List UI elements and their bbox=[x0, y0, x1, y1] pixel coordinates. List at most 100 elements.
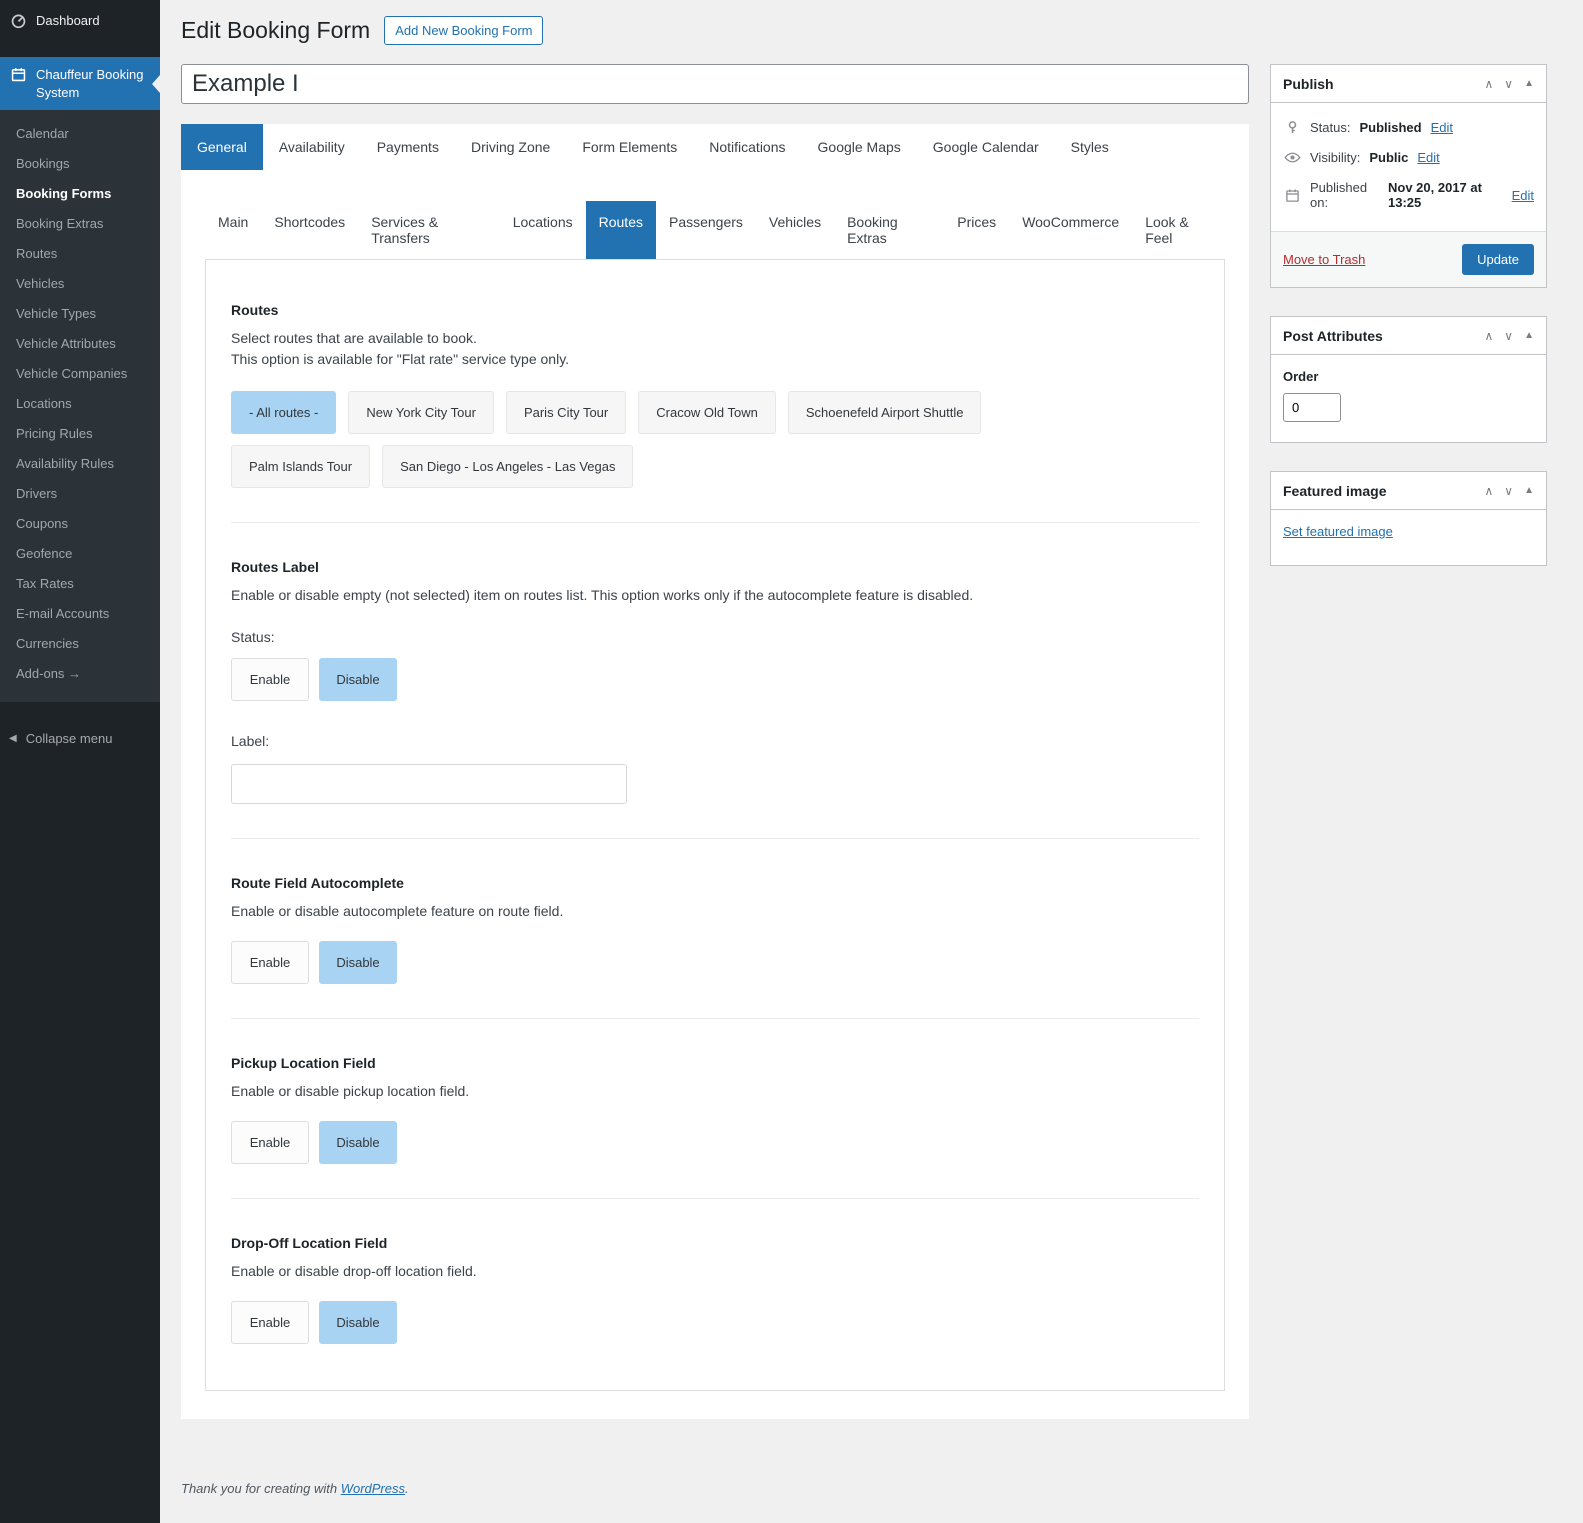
tab-form-elements[interactable]: Form Elements bbox=[566, 124, 693, 170]
subtab-look-feel[interactable]: Look & Feel bbox=[1132, 201, 1225, 259]
route-option-all-routes[interactable]: - All routes - bbox=[231, 391, 337, 434]
collapse-toggle-icon[interactable]: ▲ bbox=[1524, 78, 1534, 89]
primary-tab-bar: General Availability Payments Driving Zo… bbox=[181, 124, 1249, 170]
route-option-new-york-city-tour[interactable]: New York City Tour bbox=[348, 391, 494, 434]
sidebar-item-vehicle-companies[interactable]: Vehicle Companies bbox=[0, 358, 160, 388]
tab-notifications[interactable]: Notifications bbox=[693, 124, 801, 170]
sidebar-item-availability-rules[interactable]: Availability Rules bbox=[0, 448, 160, 478]
subtab-services-transfers[interactable]: Services & Transfers bbox=[358, 201, 500, 259]
sidebar-item-calendar[interactable]: Calendar bbox=[0, 118, 160, 148]
add-new-booking-form-button[interactable]: Add New Booking Form bbox=[384, 15, 544, 45]
tab-general[interactable]: General bbox=[181, 124, 263, 170]
autocomplete-disable-button[interactable]: Disable bbox=[319, 941, 397, 984]
edit-published-date-link[interactable]: Edit bbox=[1512, 188, 1534, 203]
status-row: Status: Published Edit bbox=[1283, 113, 1534, 142]
featured-image-metabox-header: Featured image ∧ ∨ ▲ bbox=[1271, 472, 1546, 510]
tab-driving-zone[interactable]: Driving Zone bbox=[455, 124, 566, 170]
section-description: Enable or disable drop-off location fiel… bbox=[231, 1263, 477, 1279]
routes-label-enable-button[interactable]: Enable bbox=[231, 658, 309, 701]
update-button[interactable]: Update bbox=[1462, 244, 1534, 275]
subtab-routes[interactable]: Routes bbox=[585, 201, 656, 259]
subtab-shortcodes[interactable]: Shortcodes bbox=[261, 201, 358, 259]
route-option-san-diego-los-angeles-las-vegas[interactable]: San Diego - Los Angeles - Las Vegas bbox=[382, 445, 634, 488]
metabox-title: Post Attributes bbox=[1283, 327, 1383, 344]
order-input[interactable] bbox=[1283, 393, 1341, 422]
publish-major-actions: Move to Trash Update bbox=[1271, 231, 1546, 287]
sidebar-item-booking-extras[interactable]: Booking Extras bbox=[0, 208, 160, 238]
move-up-icon[interactable]: ∧ bbox=[1485, 78, 1494, 90]
published-calendar-icon bbox=[1283, 188, 1301, 203]
pickup-disable-button[interactable]: Disable bbox=[319, 1121, 397, 1164]
booking-form-editor-card: General Availability Payments Driving Zo… bbox=[181, 124, 1249, 1419]
sidebar-item-locations[interactable]: Locations bbox=[0, 388, 160, 418]
subtab-prices[interactable]: Prices bbox=[944, 201, 1009, 259]
publish-metabox: Publish ∧ ∨ ▲ Status: Published Edit Vis… bbox=[1270, 64, 1547, 288]
featured-image-body: Set featured image bbox=[1271, 510, 1546, 565]
sidebar-item-dashboard[interactable]: Dashboard bbox=[0, 0, 160, 41]
active-menu-notch bbox=[152, 74, 160, 93]
route-option-cracow-old-town[interactable]: Cracow Old Town bbox=[638, 391, 776, 434]
section-description: Enable or disable empty (not selected) i… bbox=[231, 587, 974, 603]
sidebar-item-add-ons[interactable]: Add-ons → bbox=[0, 658, 160, 688]
sidebar-item-vehicle-types[interactable]: Vehicle Types bbox=[0, 298, 160, 328]
move-down-icon[interactable]: ∨ bbox=[1504, 485, 1513, 497]
dropoff-enable-button[interactable]: Enable bbox=[231, 1301, 309, 1344]
routes-label-status-toggle: Enable Disable bbox=[231, 658, 1199, 701]
subtab-locations[interactable]: Locations bbox=[500, 201, 586, 259]
set-featured-image-link[interactable]: Set featured image bbox=[1283, 524, 1393, 539]
move-down-icon[interactable]: ∨ bbox=[1504, 78, 1513, 90]
tab-payments[interactable]: Payments bbox=[361, 124, 455, 170]
sidebar-item-vehicles[interactable]: Vehicles bbox=[0, 268, 160, 298]
wordpress-link[interactable]: WordPress bbox=[341, 1481, 405, 1496]
autocomplete-toggle: Enable Disable bbox=[231, 941, 1199, 984]
sidebar-item-coupons[interactable]: Coupons bbox=[0, 508, 160, 538]
side-column: Publish ∧ ∨ ▲ Status: Published Edit Vis… bbox=[1270, 10, 1547, 594]
autocomplete-enable-button[interactable]: Enable bbox=[231, 941, 309, 984]
pickup-enable-button[interactable]: Enable bbox=[231, 1121, 309, 1164]
sidebar-item-chauffeur-booking-system[interactable]: Chauffeur Booking System bbox=[0, 57, 160, 111]
section-heading: Pickup Location Field bbox=[231, 1055, 376, 1071]
subtab-passengers[interactable]: Passengers bbox=[656, 201, 756, 259]
move-up-icon[interactable]: ∧ bbox=[1485, 485, 1494, 497]
subtab-booking-extras[interactable]: Booking Extras bbox=[834, 201, 944, 259]
route-option-palm-islands-tour[interactable]: Palm Islands Tour bbox=[231, 445, 371, 488]
sidebar-item-currencies[interactable]: Currencies bbox=[0, 628, 160, 658]
post-attributes-body: Order bbox=[1271, 355, 1546, 442]
collapse-toggle-icon[interactable]: ▲ bbox=[1524, 485, 1534, 496]
section-divider bbox=[231, 522, 1199, 523]
routes-label-input[interactable] bbox=[231, 764, 627, 804]
sidebar-item-bookings[interactable]: Bookings bbox=[0, 148, 160, 178]
section-description: This option is available for "Flat rate"… bbox=[231, 351, 570, 367]
sidebar-item-vehicle-attributes[interactable]: Vehicle Attributes bbox=[0, 328, 160, 358]
subtab-vehicles[interactable]: Vehicles bbox=[756, 201, 834, 259]
sidebar-item-pricing-rules[interactable]: Pricing Rules bbox=[0, 418, 160, 448]
subtab-woocommerce[interactable]: WooCommerce bbox=[1009, 201, 1132, 259]
dropoff-disable-button[interactable]: Disable bbox=[319, 1301, 397, 1344]
sidebar-item-routes[interactable]: Routes bbox=[0, 238, 160, 268]
routes-label-disable-button[interactable]: Disable bbox=[319, 658, 397, 701]
pickup-location-field-section: Pickup Location Field Enable or disable … bbox=[231, 1055, 1199, 1164]
section-divider bbox=[231, 1018, 1199, 1019]
tab-google-maps[interactable]: Google Maps bbox=[802, 124, 917, 170]
tab-availability[interactable]: Availability bbox=[263, 124, 361, 170]
collapse-menu-button[interactable]: ◀ Collapse menu bbox=[0, 720, 160, 757]
edit-visibility-link[interactable]: Edit bbox=[1417, 150, 1439, 165]
sidebar-item-booking-forms[interactable]: Booking Forms bbox=[0, 178, 160, 208]
sidebar-item-email-accounts[interactable]: E-mail Accounts bbox=[0, 598, 160, 628]
edit-status-link[interactable]: Edit bbox=[1431, 120, 1453, 135]
move-up-icon[interactable]: ∧ bbox=[1485, 330, 1494, 342]
sidebar-item-drivers[interactable]: Drivers bbox=[0, 478, 160, 508]
collapse-toggle-icon[interactable]: ▲ bbox=[1524, 330, 1534, 341]
route-option-paris-city-tour[interactable]: Paris City Tour bbox=[505, 391, 627, 434]
tab-styles[interactable]: Styles bbox=[1055, 124, 1125, 170]
sidebar-item-geofence[interactable]: Geofence bbox=[0, 538, 160, 568]
section-description: Enable or disable autocomplete feature o… bbox=[231, 903, 564, 919]
label-label: Label: bbox=[231, 733, 270, 749]
subtab-main[interactable]: Main bbox=[205, 201, 261, 259]
booking-form-title-input[interactable] bbox=[181, 64, 1249, 104]
sidebar-item-tax-rates[interactable]: Tax Rates bbox=[0, 568, 160, 598]
move-to-trash-link[interactable]: Move to Trash bbox=[1283, 252, 1365, 267]
tab-google-calendar[interactable]: Google Calendar bbox=[917, 124, 1055, 170]
move-down-icon[interactable]: ∨ bbox=[1504, 330, 1513, 342]
route-option-schoenefeld-airport-shuttle[interactable]: Schoenefeld Airport Shuttle bbox=[787, 391, 982, 434]
